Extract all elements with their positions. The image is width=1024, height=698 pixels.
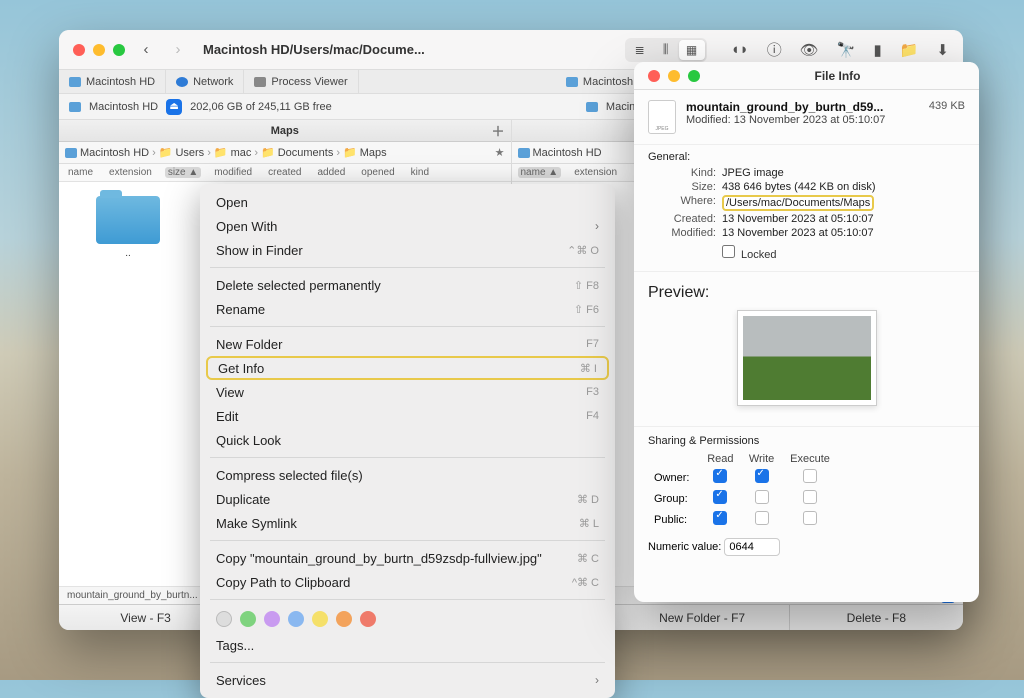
- close-icon[interactable]: [648, 70, 660, 82]
- preview-section: Preview:: [634, 272, 979, 427]
- info-icon[interactable]: ⓘ: [767, 39, 782, 60]
- numeric-permissions-input[interactable]: [724, 538, 780, 556]
- perm-group-exec[interactable]: [803, 490, 817, 504]
- perm-public-exec[interactable]: [803, 511, 817, 525]
- download-icon[interactable]: ⬇: [936, 41, 949, 59]
- menu-open[interactable]: Open: [200, 190, 615, 214]
- column-headers[interactable]: nameextension size ▲modified createdadde…: [59, 164, 511, 182]
- info-header: mountain_ground_by_burtn_d59... Modified…: [634, 90, 979, 145]
- column-view-icon[interactable]: ⫼: [653, 40, 679, 60]
- info-where: /Users/mac/Documents/Maps: [722, 195, 874, 211]
- menu-duplicate[interactable]: Duplicate⌘ D: [200, 487, 615, 511]
- context-menu: Open Open With› Show in Finder⌃⌘ O Delet…: [200, 184, 615, 698]
- info-size: 438 646 bytes (442 KB on disk): [722, 181, 965, 193]
- perm-owner-read[interactable]: [713, 469, 727, 483]
- menu-make-symlink[interactable]: Make Symlink⌘ L: [200, 511, 615, 535]
- menu-services[interactable]: Services›: [200, 668, 615, 692]
- info-window-title: File Info: [710, 69, 965, 83]
- info-filename: mountain_ground_by_burtn_d59...: [686, 100, 885, 114]
- add-tab-icon[interactable]: ＋: [491, 121, 504, 140]
- menu-copy-file[interactable]: Copy "mountain_ground_by_burtn_d59zsdp-f…: [200, 546, 615, 570]
- status-filename: mountain_ground_by_burtn...: [67, 590, 198, 601]
- perm-owner-write[interactable]: [755, 469, 769, 483]
- minimize-icon[interactable]: [93, 44, 105, 56]
- locked-checkbox[interactable]: Locked: [722, 245, 965, 261]
- folder-icon[interactable]: 📁: [900, 41, 919, 59]
- back-button[interactable]: ‹: [135, 39, 157, 61]
- window-title: Macintosh HD/Users/mac/Docume...: [203, 42, 425, 57]
- tab-process-viewer[interactable]: Process Viewer: [244, 70, 358, 93]
- archive-icon[interactable]: ▮: [873, 41, 881, 59]
- menu-new-folder[interactable]: New FolderF7: [200, 332, 615, 356]
- info-modified: 13 November 2023 at 05:10:07: [722, 227, 965, 239]
- chevron-right-icon: ›: [595, 673, 599, 687]
- close-icon[interactable]: [73, 44, 85, 56]
- delete-button[interactable]: Delete - F8: [790, 605, 963, 630]
- menu-delete-permanently[interactable]: Delete selected permanently⇧ F8: [200, 273, 615, 297]
- permissions-table: ReadWriteExecute Owner: Group: Public:: [648, 451, 838, 530]
- info-filesize: 439 KB: [929, 100, 965, 112]
- perm-owner-exec[interactable]: [803, 469, 817, 483]
- zoom-icon[interactable]: [113, 44, 125, 56]
- menu-edit[interactable]: EditF4: [200, 404, 615, 428]
- preview-image: [737, 310, 877, 406]
- chevron-right-icon: ›: [595, 219, 599, 233]
- new-folder-button[interactable]: New Folder - F7: [615, 605, 789, 630]
- perm-group-write[interactable]: [755, 490, 769, 504]
- disk-name: Macintosh HD: [89, 101, 158, 113]
- disk-icon: [69, 102, 81, 112]
- breadcrumb[interactable]: Macintosh HD› 📁Users› 📁mac› 📁Documents› …: [59, 142, 511, 164]
- file-type-icon: [648, 100, 676, 134]
- toggle-icon[interactable]: ◖◗: [731, 41, 749, 58]
- general-section: General: Kind:JPEG image Size:438 646 by…: [634, 145, 979, 272]
- perm-public-read[interactable]: [713, 511, 727, 525]
- disk-icon: [586, 102, 598, 112]
- menu-tags[interactable]: Tags...: [200, 633, 615, 657]
- info-modified-sub: Modified: 13 November 2023 at 05:10:07: [686, 114, 885, 126]
- view-mode-segment[interactable]: ≣ ⫼ ▦: [625, 38, 707, 62]
- left-pane-header: Maps＋: [59, 120, 511, 142]
- perm-public-write[interactable]: [755, 511, 769, 525]
- parent-folder[interactable]: ..: [73, 196, 183, 259]
- menu-open-with[interactable]: Open With›: [200, 214, 615, 238]
- menu-copy-path[interactable]: Copy Path to Clipboard^⌘ C: [200, 570, 615, 594]
- disk-free: 202,06 GB of 245,11 GB free: [190, 101, 332, 113]
- menu-view[interactable]: ViewF3: [200, 380, 615, 404]
- info-created: 13 November 2023 at 05:10:07: [722, 213, 965, 225]
- eye-icon[interactable]: 👁: [800, 41, 819, 59]
- zoom-icon[interactable]: [688, 70, 700, 82]
- traffic-lights: [73, 44, 125, 56]
- toolbar-icons: ◖◗ ⓘ 👁 🔭 ▮ 📁 ⬇: [731, 39, 949, 60]
- menu-get-info[interactable]: Get Info⌘ I: [206, 356, 609, 380]
- tab-macintosh-hd[interactable]: Macintosh HD: [59, 70, 166, 93]
- tab-network[interactable]: Network: [166, 70, 244, 93]
- info-kind: JPEG image: [722, 167, 965, 179]
- menu-rename[interactable]: Rename⇧ F6: [200, 297, 615, 321]
- perm-group-read[interactable]: [713, 490, 727, 504]
- menu-quick-look[interactable]: Quick Look: [200, 428, 615, 452]
- list-view-icon[interactable]: ≣: [627, 40, 653, 60]
- tag-colors[interactable]: [200, 605, 615, 633]
- minimize-icon[interactable]: [668, 70, 680, 82]
- file-info-window: File Info mountain_ground_by_burtn_d59..…: [634, 62, 979, 602]
- forward-button[interactable]: ›: [167, 39, 189, 61]
- binoculars-icon[interactable]: 🔭: [837, 41, 856, 59]
- menu-show-in-finder[interactable]: Show in Finder⌃⌘ O: [200, 238, 615, 262]
- eject-icon[interactable]: ⏏: [166, 99, 182, 115]
- permissions-section: Sharing & Permissions ReadWriteExecute O…: [634, 427, 979, 564]
- folder-icon: [96, 196, 160, 244]
- favorite-icon[interactable]: ★: [495, 146, 505, 159]
- menu-compress[interactable]: Compress selected file(s): [200, 463, 615, 487]
- icon-view-icon[interactable]: ▦: [679, 40, 705, 60]
